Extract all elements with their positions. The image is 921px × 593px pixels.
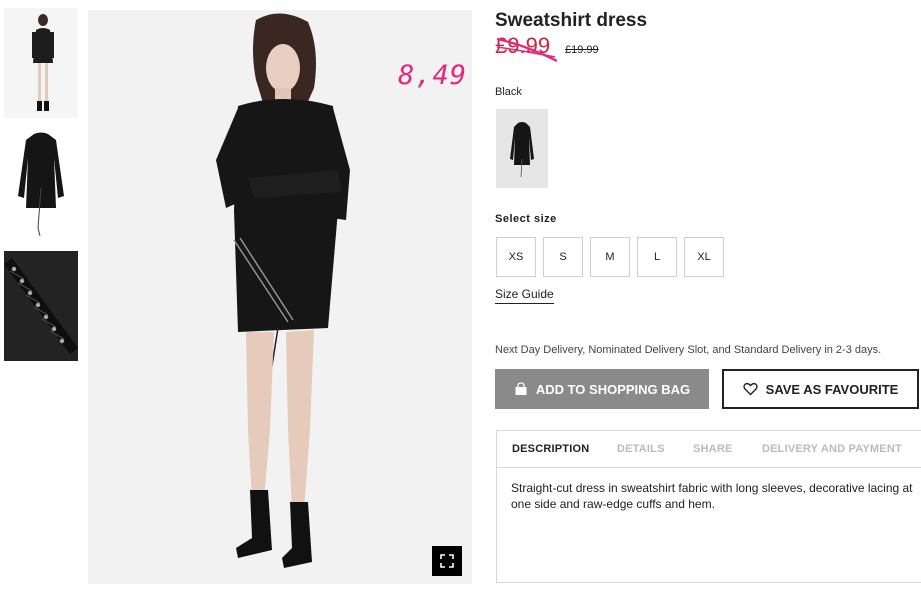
model-thumbnail-image [4,8,78,118]
tab-details[interactable]: DETAILS [617,443,665,455]
size-option-xs[interactable]: XS [496,237,536,277]
handwritten-price-note: 8,49 [398,60,468,91]
main-product-image[interactable] [88,10,472,584]
thumbnail-model-full[interactable] [4,8,78,118]
select-size-label: Select size [495,213,557,225]
delivery-info: Next Day Delivery, Nominated Delivery Sl… [495,344,882,356]
product-details-box: DESCRIPTION DETAILS SHARE DELIVERY AND P… [496,430,921,583]
product-title: Sweatshirt dress [495,10,648,31]
save-favourite-button[interactable]: SAVE AS FAVOURITE [722,369,919,409]
tab-description[interactable]: DESCRIPTION [512,443,589,455]
thumbnail-lacing-detail[interactable] [4,251,78,361]
save-favourite-label: SAVE AS FAVOURITE [765,381,899,397]
size-guide-link[interactable]: Size Guide [495,287,554,304]
size-option-l[interactable]: L [637,237,677,277]
tab-delivery-payment[interactable]: DELIVERY AND PAYMENT [762,443,902,455]
heart-icon [742,382,758,396]
original-price: £19.99 [565,44,599,56]
current-price: £9.99 [495,33,551,58]
color-label: Black [495,86,522,98]
dress-thumbnail-image [4,128,78,238]
shopping-bag-icon [514,382,528,396]
size-option-s[interactable]: S [543,237,583,277]
size-option-m[interactable]: M [590,237,630,277]
current-price-block: £9.99 [495,33,565,65]
color-swatch-black[interactable] [496,109,548,188]
swatch-dress-image [496,109,548,188]
product-description: Straight-cut dress in sweatshirt fabric … [511,481,913,511]
model-photo [88,10,472,584]
tab-share[interactable]: SHARE [693,443,733,455]
details-tabs: DESCRIPTION DETAILS SHARE DELIVERY AND P… [497,431,921,468]
thumbnail-dress-flat[interactable] [4,128,78,238]
size-option-xl[interactable]: XL [684,237,724,277]
fullscreen-icon [440,554,454,568]
lacing-thumbnail-image [4,251,78,361]
fullscreen-button[interactable] [432,546,462,576]
add-to-bag-label: ADD TO SHOPPING BAG [535,381,691,397]
add-to-bag-button[interactable]: ADD TO SHOPPING BAG [495,369,709,409]
